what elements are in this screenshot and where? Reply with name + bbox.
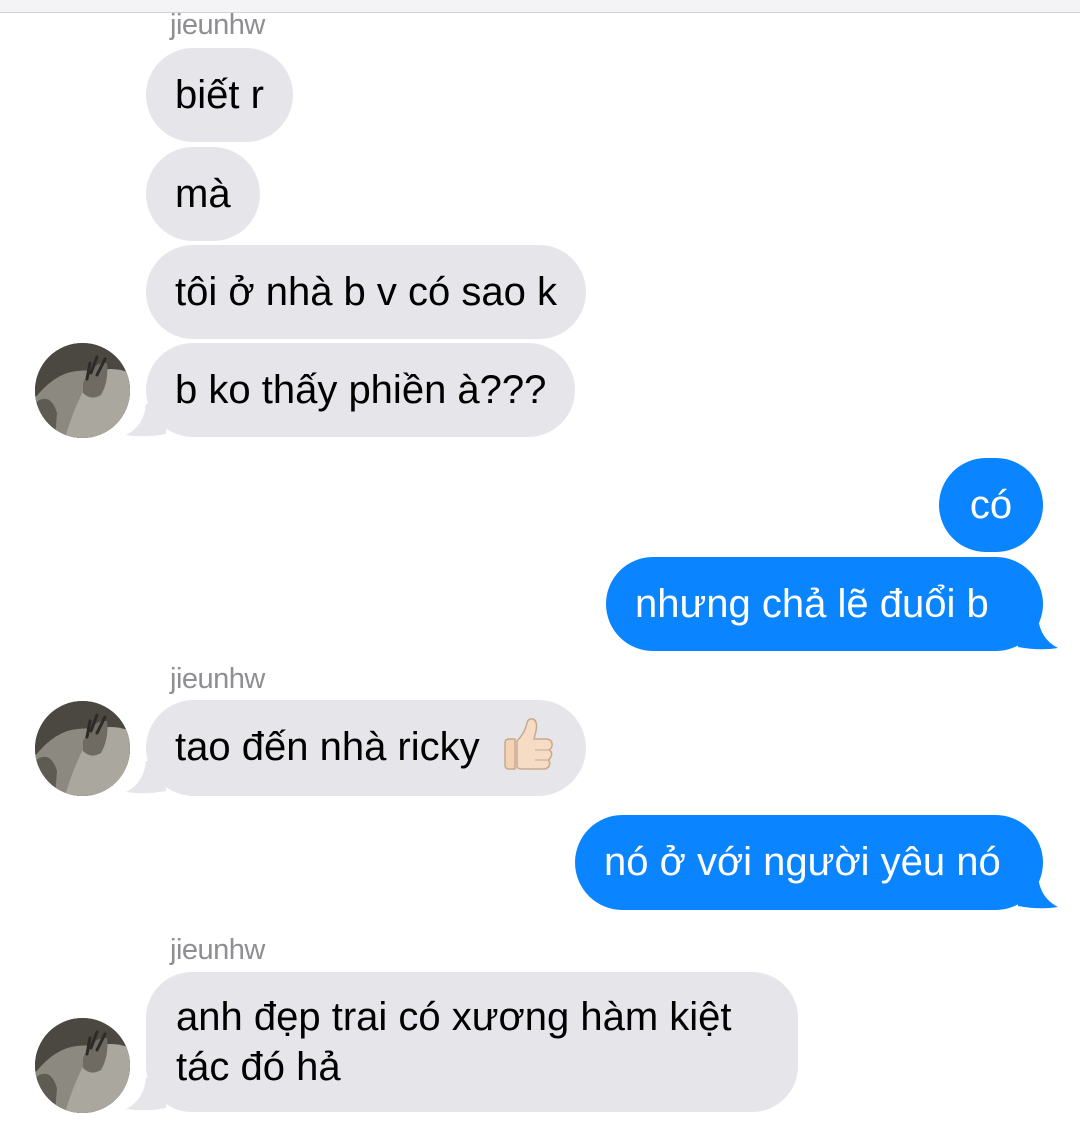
outgoing-message-bubble[interactable]: nhưng chả lẽ đuổi b: [606, 557, 1043, 651]
message-text: biết r: [175, 73, 264, 117]
incoming-message-bubble[interactable]: b ko thấy phiền à???: [146, 343, 576, 437]
outgoing-message-bubble[interactable]: có: [939, 458, 1043, 552]
avatar-photo-icon: [35, 1018, 130, 1113]
incoming-message-bubble[interactable]: mà: [146, 147, 260, 241]
thumbs-up-icon: [504, 718, 553, 771]
sender-name: jieunhw: [170, 934, 265, 966]
avatar[interactable]: [35, 343, 130, 438]
message-thread: jieunhw biết r mà tôi ở nhà b v có sao k…: [0, 0, 1080, 1128]
message-text: tao đến nhà ricky: [175, 725, 480, 769]
message-text: b ko thấy phiền à???: [175, 368, 547, 412]
message-text: mà: [175, 172, 231, 216]
avatar-photo-icon: [35, 701, 130, 796]
outgoing-message-bubble[interactable]: nó ở với người yêu nó: [575, 815, 1043, 910]
sender-name: jieunhw: [170, 9, 265, 41]
avatar-photo-icon: [35, 343, 130, 438]
sender-name: jieunhw: [170, 663, 265, 695]
incoming-message-bubble[interactable]: tao đến nhà ricky: [146, 700, 586, 796]
incoming-message-bubble[interactable]: tôi ở nhà b v có sao k: [146, 245, 586, 339]
avatar[interactable]: [35, 701, 130, 796]
message-text: có: [969, 483, 1013, 527]
incoming-message-bubble[interactable]: biết r: [146, 48, 293, 142]
incoming-message-bubble[interactable]: anh đẹp trai có xương hàm kiệt tác đó hả: [146, 972, 798, 1112]
message-text: anh đẹp trai có xương hàm kiệt tác đó hả: [176, 995, 732, 1089]
message-text: nó ở với người yêu nó: [604, 840, 1001, 884]
message-text: tôi ở nhà b v có sao k: [175, 270, 557, 314]
message-text: nhưng chả lẽ đuổi b: [635, 582, 989, 626]
top-divider: [0, 0, 1080, 13]
avatar[interactable]: [35, 1018, 130, 1113]
